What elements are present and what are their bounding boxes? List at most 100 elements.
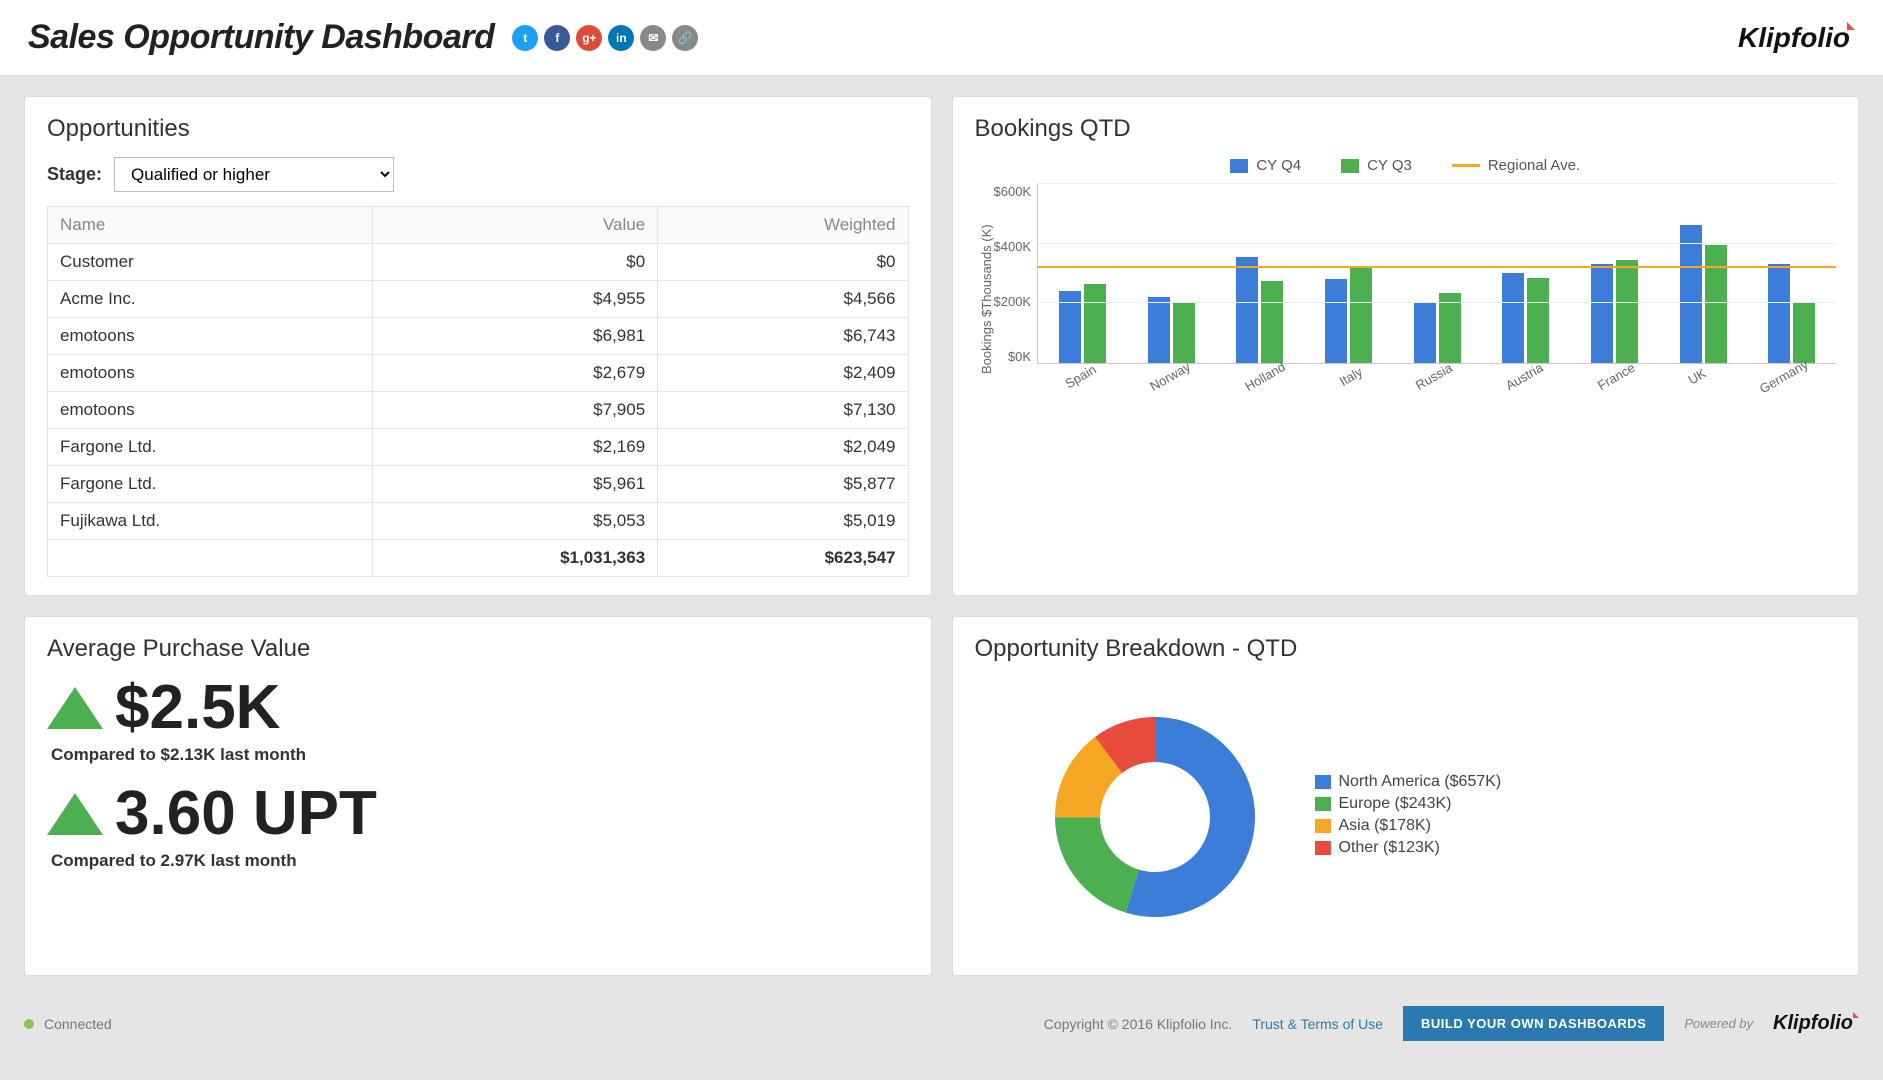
x-tick-label: UK bbox=[1685, 365, 1708, 387]
col-value: Value bbox=[372, 207, 658, 244]
bar bbox=[1173, 302, 1195, 364]
table-row: emotoons $2,679 $2,409 bbox=[48, 355, 909, 392]
legend-item: North America ($657K) bbox=[1315, 773, 1502, 791]
legend-label: Europe ($243K) bbox=[1339, 795, 1452, 813]
opportunities-title: Opportunities bbox=[47, 115, 909, 143]
x-tick-label: Russia bbox=[1412, 360, 1454, 393]
twitter-icon[interactable]: t bbox=[512, 25, 538, 51]
cell-value: $7,905 bbox=[372, 392, 658, 429]
status-dot-icon bbox=[24, 1019, 34, 1029]
col-weighted: Weighted bbox=[658, 207, 908, 244]
table-row: emotoons $6,981 $6,743 bbox=[48, 318, 909, 355]
apv-sub-2: Compared to 2.97K last month bbox=[51, 851, 909, 871]
total-weighted: $623,547 bbox=[658, 540, 908, 577]
bar bbox=[1261, 281, 1283, 364]
cell-weighted: $2,049 bbox=[658, 429, 908, 466]
social-icons: t f g+ in ✉ 🔗 bbox=[512, 25, 698, 51]
brand-logo: Klipfolio bbox=[1738, 22, 1855, 54]
main-grid: Opportunities Stage: Qualified or higher… bbox=[0, 76, 1883, 996]
table-row: Customer $0 $0 bbox=[48, 244, 909, 281]
legend-label: Asia ($178K) bbox=[1339, 817, 1432, 835]
bar bbox=[1148, 297, 1170, 363]
table-row: Fujikawa Ltd. $5,053 $5,019 bbox=[48, 503, 909, 540]
cell-weighted: $4,566 bbox=[658, 281, 908, 318]
x-tick-label: Holland bbox=[1243, 359, 1289, 394]
cell-value: $2,679 bbox=[372, 355, 658, 392]
cell-name: Acme Inc. bbox=[48, 281, 373, 318]
googleplus-icon[interactable]: g+ bbox=[576, 25, 602, 51]
stage-filter-row: Stage: Qualified or higher bbox=[47, 157, 909, 192]
cell-weighted: $7,130 bbox=[658, 392, 908, 429]
email-icon[interactable]: ✉ bbox=[640, 25, 666, 51]
cell-name: Fargone Ltd. bbox=[48, 429, 373, 466]
bar bbox=[1793, 303, 1815, 363]
up-arrow-icon bbox=[47, 687, 103, 729]
bar-group bbox=[1768, 264, 1815, 363]
cell-weighted: $5,877 bbox=[658, 466, 908, 503]
bar bbox=[1084, 284, 1106, 364]
legend-cyq4: CY Q4 bbox=[1230, 157, 1301, 174]
bar bbox=[1350, 267, 1372, 363]
donut-legend: North America ($657K) Europe ($243K) Asia … bbox=[1315, 773, 1502, 861]
legend-swatch bbox=[1315, 775, 1331, 789]
legend-swatch bbox=[1315, 841, 1331, 855]
x-tick-label: Italy bbox=[1336, 364, 1364, 389]
link-icon[interactable]: 🔗 bbox=[672, 25, 698, 51]
page-title: Sales Opportunity Dashboard bbox=[28, 18, 494, 57]
up-arrow-icon bbox=[47, 793, 103, 835]
legend-avg: Regional Ave. bbox=[1452, 157, 1580, 174]
bookings-title: Bookings QTD bbox=[975, 115, 1837, 143]
cell-weighted: $0 bbox=[658, 244, 908, 281]
cell-name: Customer bbox=[48, 244, 373, 281]
bar-group bbox=[1236, 257, 1283, 364]
table-row: Acme Inc. $4,955 $4,566 bbox=[48, 281, 909, 318]
legend-label: Other ($123K) bbox=[1339, 839, 1440, 857]
build-dashboards-button[interactable]: BUILD YOUR OWN DASHBOARDS bbox=[1403, 1006, 1664, 1041]
opportunities-card: Opportunities Stage: Qualified or higher… bbox=[24, 96, 932, 596]
bar bbox=[1502, 273, 1524, 363]
apv-sub-1: Compared to $2.13K last month bbox=[51, 745, 909, 765]
bar-group bbox=[1680, 225, 1727, 363]
table-row: Fargone Ltd. $5,961 $5,877 bbox=[48, 466, 909, 503]
bar bbox=[1236, 257, 1258, 364]
bar-group bbox=[1502, 273, 1549, 363]
apv-title: Average Purchase Value bbox=[47, 635, 909, 663]
legend-label: North America ($657K) bbox=[1339, 773, 1502, 791]
apv-metric-2: 3.60 UPT Compared to 2.97K last month bbox=[47, 783, 909, 871]
table-row: emotoons $7,905 $7,130 bbox=[48, 392, 909, 429]
linkedin-icon[interactable]: in bbox=[608, 25, 634, 51]
y-ticks: $600K$400K$200K$0K bbox=[994, 184, 1038, 364]
y-axis-label: Bookings $Thousands (K) bbox=[975, 184, 994, 414]
donut-slice bbox=[1055, 817, 1139, 912]
cell-weighted: $5,019 bbox=[658, 503, 908, 540]
cell-name: Fujikawa Ltd. bbox=[48, 503, 373, 540]
facebook-icon[interactable]: f bbox=[544, 25, 570, 51]
x-tick-label: France bbox=[1595, 360, 1638, 393]
powered-by-text: Powered by bbox=[1684, 1016, 1753, 1031]
status-text: Connected bbox=[44, 1016, 112, 1032]
bar bbox=[1591, 264, 1613, 363]
bookings-legend: CY Q4 CY Q3 Regional Ave. bbox=[975, 157, 1837, 174]
regional-avg-line bbox=[1038, 266, 1836, 268]
bar-group bbox=[1591, 260, 1638, 364]
legend-item: Asia ($178K) bbox=[1315, 817, 1502, 835]
table-header-row: Name Value Weighted bbox=[48, 207, 909, 244]
cell-value: $5,961 bbox=[372, 466, 658, 503]
cell-weighted: $6,743 bbox=[658, 318, 908, 355]
col-name: Name bbox=[48, 207, 373, 244]
bookings-card: Bookings QTD CY Q4 CY Q3 Regional Ave. B… bbox=[952, 96, 1860, 596]
cell-name: emotoons bbox=[48, 318, 373, 355]
terms-link[interactable]: Trust & Terms of Use bbox=[1252, 1016, 1383, 1032]
cell-value: $5,053 bbox=[372, 503, 658, 540]
bar-group bbox=[1325, 267, 1372, 363]
x-tick-label: Austria bbox=[1503, 360, 1546, 393]
legend-item: Europe ($243K) bbox=[1315, 795, 1502, 813]
apv-card: Average Purchase Value $2.5K Compared to… bbox=[24, 616, 932, 976]
stage-label: Stage: bbox=[47, 164, 102, 185]
footer-bar: Connected Copyright © 2016 Klipfolio Inc… bbox=[0, 996, 1883, 1061]
x-tick-label: Spain bbox=[1062, 362, 1098, 392]
donut-section: North America ($657K) Europe ($243K) Asia … bbox=[975, 677, 1837, 957]
stage-select[interactable]: Qualified or higher bbox=[114, 157, 394, 192]
opportunities-table: Name Value Weighted Customer $0 $0Acme I… bbox=[47, 206, 909, 577]
x-tick-label: Norway bbox=[1147, 359, 1193, 394]
